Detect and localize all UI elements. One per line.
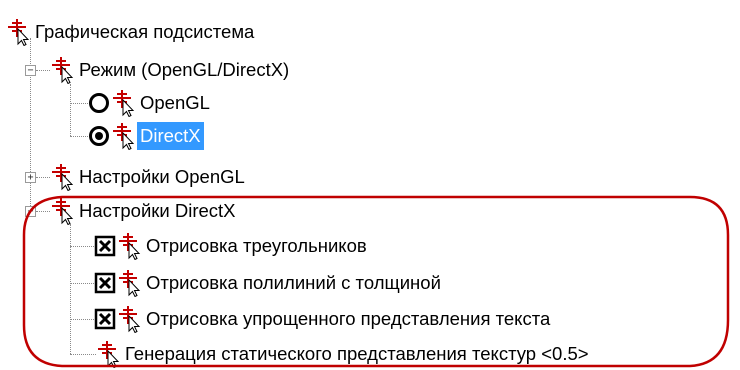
tree-node-opengl-settings[interactable]: Настройки OpenGL xyxy=(50,161,248,193)
tree-line xyxy=(70,246,94,247)
tree-node-opengl-option[interactable]: OpenGL xyxy=(88,87,213,119)
node-label: Настройки OpenGL xyxy=(79,166,245,187)
collapse-mode-toggle[interactable]: − xyxy=(25,65,36,76)
settings-tree: − + − Графическая подсистема Режим (Open… xyxy=(0,0,740,369)
tree-line xyxy=(70,354,96,355)
expand-opengl-settings-toggle[interactable]: + xyxy=(25,172,36,183)
node-label: Отрисовка треугольников xyxy=(146,235,367,256)
collapse-directx-settings-toggle[interactable]: − xyxy=(25,206,36,217)
node-label: Графическая подсистема xyxy=(35,21,255,42)
checkbox-checked-icon[interactable] xyxy=(94,308,116,330)
node-label: Настройки DirectX xyxy=(79,200,236,221)
cursor-target-icon xyxy=(111,89,137,117)
tree-node-mode[interactable]: Режим (OpenGL/DirectX) xyxy=(50,54,292,86)
node-label: Отрисовка упрощенного представления текс… xyxy=(146,308,551,329)
tree-line xyxy=(70,136,88,137)
cursor-target-icon xyxy=(50,56,76,84)
tree-node-draw-simplified-text[interactable]: Отрисовка упрощенного представления текс… xyxy=(94,303,553,335)
checkbox-checked-icon[interactable] xyxy=(94,272,116,294)
radio-selected-icon[interactable] xyxy=(88,125,110,147)
node-label-selected: DirectX xyxy=(137,122,204,150)
tree-line xyxy=(36,70,50,71)
tree-node-directx-option[interactable]: DirectX xyxy=(88,120,204,152)
cursor-target-icon xyxy=(50,197,76,225)
tree-line xyxy=(36,177,50,178)
node-label: OpenGL xyxy=(140,92,210,113)
tree-node-directx-settings[interactable]: Настройки DirectX xyxy=(50,195,239,227)
tree-node-static-texture-generation[interactable]: Генерация статического представления тек… xyxy=(96,338,592,370)
tree-line xyxy=(70,84,71,136)
tree-line xyxy=(70,283,94,284)
radio-unselected-icon[interactable] xyxy=(88,92,110,114)
tree-line xyxy=(70,103,88,104)
tree-node-graphics-subsystem[interactable]: Графическая подсистема xyxy=(6,16,257,48)
tree-line xyxy=(36,211,50,212)
node-label: Отрисовка полилиний с толщиной xyxy=(146,272,441,293)
checkbox-checked-icon[interactable] xyxy=(94,235,116,257)
cursor-target-icon xyxy=(111,122,137,150)
tree-line xyxy=(70,319,94,320)
node-label: Генерация статического представления тек… xyxy=(125,343,589,364)
cursor-target-icon xyxy=(96,340,122,368)
cursor-target-icon xyxy=(117,269,143,297)
cursor-target-icon xyxy=(6,18,32,46)
tree-node-draw-triangles[interactable]: Отрисовка треугольников xyxy=(94,230,370,262)
node-label: Режим (OpenGL/DirectX) xyxy=(79,59,290,80)
cursor-target-icon xyxy=(50,163,76,191)
cursor-target-icon xyxy=(117,305,143,333)
tree-line xyxy=(70,224,71,354)
tree-node-draw-polylines[interactable]: Отрисовка полилиний с толщиной xyxy=(94,267,444,299)
cursor-target-icon xyxy=(117,232,143,260)
